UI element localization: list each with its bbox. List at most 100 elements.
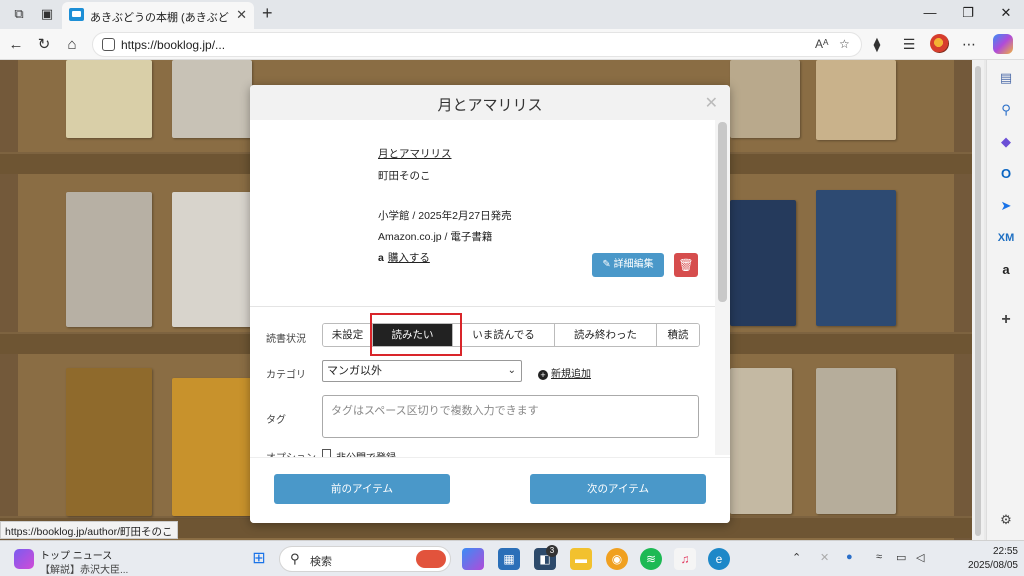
book-cover[interactable] — [172, 378, 252, 516]
modal-title: 月とアマリリス — [437, 97, 543, 114]
clock-date: 2025/08/05 — [967, 560, 1018, 571]
send-icon[interactable]: ➤ — [996, 196, 1016, 216]
close-icon[interactable]: ✕ — [705, 93, 718, 113]
outlook-icon[interactable]: O — [996, 164, 1016, 184]
search-highlight-icon — [416, 550, 446, 568]
search-placeholder: 検索 — [310, 556, 332, 568]
clock[interactable]: 22:55 2025/08/05 — [940, 545, 1018, 573]
notification-badge: 3 — [546, 545, 558, 557]
add-app-icon[interactable]: + — [996, 310, 1016, 330]
volume-icon[interactable]: ◁ — [916, 551, 924, 564]
browser-toolbar: ← ↻ ⌂ https://booklog.jp/... Aᴬ ☆ ⧫ ☰ ⋯ — [0, 29, 1024, 60]
modal-footer: 前のアイテム 次のアイテム — [250, 457, 730, 523]
copilot-icon[interactable] — [993, 34, 1013, 54]
file-explorer-icon[interactable]: ▬ — [570, 548, 592, 570]
settings-gear-icon[interactable]: ⚙ — [996, 510, 1016, 530]
book-cover[interactable] — [816, 190, 896, 326]
trash-icon: 🗑 — [678, 258, 694, 272]
delete-button[interactable]: 🗑 — [674, 253, 698, 277]
copilot-app-icon[interactable]: ◆ — [996, 132, 1016, 152]
wifi-icon[interactable]: ≈ — [876, 551, 882, 563]
page-scrollbar[interactable] — [972, 60, 984, 540]
author-name[interactable]: 町田そのこ — [378, 168, 431, 183]
read-aloud-icon[interactable]: Aᴬ — [815, 37, 828, 51]
book-cover[interactable] — [730, 200, 796, 326]
book-cover[interactable] — [66, 192, 152, 327]
book-thumbnail — [270, 135, 360, 285]
book-edit-modal: 月とアマリリス ✕ 月とアマリリス 町田そのこ 小学館 / 2025年2月27日… — [250, 85, 730, 523]
search-icon[interactable]: ⚲ — [996, 100, 1016, 120]
more-icon[interactable]: ⋯ — [960, 36, 978, 53]
status-bar-url: https://booklog.jp/author/町田そのこ — [0, 521, 178, 539]
book-cover[interactable] — [730, 368, 792, 514]
news-title: トップ ニュース — [40, 551, 113, 562]
tag-label: タグ — [266, 415, 286, 426]
search-icon: ⚲ — [290, 551, 300, 566]
address-bar[interactable]: https://booklog.jp/... Aᴬ ☆ — [92, 32, 862, 57]
restore-icon[interactable]: ❐ — [956, 5, 980, 21]
tag-input[interactable]: タグはスペース区切りで複数入力できます — [322, 395, 699, 438]
status-option[interactable]: いま読んでる — [453, 324, 555, 346]
book-cover[interactable] — [172, 192, 252, 327]
news-widget[interactable]: トップ ニュース 【解説】赤沢大臣... — [14, 545, 134, 576]
lock-icon[interactable] — [102, 38, 115, 51]
buy-label: 購入する — [387, 252, 430, 264]
url-text: https://booklog.jp/... — [121, 38, 226, 52]
modal-header: 月とアマリリス ✕ — [250, 85, 730, 120]
collections-icon[interactable]: ▤ — [996, 68, 1016, 88]
close-window-icon[interactable]: ✕ — [994, 5, 1018, 21]
maps-icon[interactable]: ◉ — [606, 548, 628, 570]
prev-item-button[interactable]: 前のアイテム — [274, 474, 450, 504]
chevron-up-icon[interactable]: ⌃ — [792, 551, 801, 564]
chevron-down-icon: ⌄ — [507, 365, 516, 376]
status-option[interactable]: 読み終わった — [555, 324, 657, 346]
category-select[interactable]: マンガ以外 ⌄ — [322, 360, 522, 382]
spotify-icon[interactable]: ≋ — [640, 548, 662, 570]
copilot-taskbar-icon[interactable] — [462, 548, 484, 570]
next-item-button[interactable]: 次のアイテム — [530, 474, 706, 504]
edge-browser-icon[interactable]: e — [708, 548, 730, 570]
book-title-link[interactable]: 月とアマリリス — [378, 146, 452, 161]
amazon-icon[interactable]: a — [996, 260, 1016, 280]
favorites-icon[interactable]: ☰ — [900, 36, 918, 53]
book-cover[interactable] — [816, 60, 896, 140]
new-category-link[interactable]: + 新規追加 — [538, 365, 591, 380]
browser-tab[interactable]: あきぶどうの本棚 (あきぶどう) - ブクログ ✕ — [62, 2, 254, 29]
edge-sidebar: ▤ ⚲ ◆ O ➤ XM a + ⚙ — [986, 60, 1024, 540]
store-icon[interactable]: ▦ — [498, 548, 520, 570]
minimize-icon[interactable]: — — [918, 5, 942, 20]
pencil-icon: ✎ — [602, 259, 614, 270]
tray-cloud-icon[interactable]: ● — [846, 551, 853, 563]
news-headline: 【解説】赤沢大臣... — [40, 565, 129, 576]
favorite-star-icon[interactable]: ☆ — [839, 37, 850, 51]
windows-taskbar: トップ ニュース 【解説】赤沢大臣... ⊞ ⚲ 検索 ▦ ◧ 3 ▬ ◉ ≋ … — [0, 540, 1024, 576]
music-icon[interactable]: ♫ — [674, 548, 696, 570]
taskbar-search[interactable]: ⚲ 検索 — [279, 546, 451, 572]
new-tab-icon[interactable]: + — [262, 4, 273, 22]
back-icon[interactable]: ← — [6, 35, 26, 55]
tab-actions-icon[interactable]: ▣ — [38, 5, 56, 23]
status-option[interactable]: 積読 — [657, 324, 699, 346]
tray-app-icon[interactable]: ✕ — [820, 551, 829, 564]
extensions-icon[interactable]: ⧫ — [868, 36, 886, 53]
buy-link[interactable]: a 購入する — [378, 250, 430, 265]
refresh-icon[interactable]: ↻ — [34, 35, 54, 55]
xm-icon[interactable]: XM — [996, 228, 1016, 248]
book-cover[interactable] — [66, 368, 152, 516]
book-cover[interactable] — [172, 60, 252, 138]
profile-avatar[interactable] — [930, 34, 949, 53]
divider — [250, 306, 715, 307]
battery-icon[interactable]: ▭ — [896, 551, 906, 564]
book-cover[interactable] — [730, 60, 800, 138]
close-tab-icon[interactable]: ✕ — [236, 7, 247, 23]
home-icon[interactable]: ⌂ — [62, 35, 82, 55]
modal-scrollbar[interactable] — [715, 120, 730, 455]
status-option[interactable]: 未設定 — [323, 324, 373, 346]
start-windows-icon[interactable]: ⊞ — [248, 548, 270, 570]
book-cover[interactable] — [66, 60, 152, 138]
edit-details-button[interactable]: ✎ 詳細編集 — [592, 253, 664, 277]
workspaces-icon[interactable]: ⧉ — [10, 5, 28, 23]
book-cover[interactable] — [816, 368, 896, 514]
plus-circle-icon: + — [538, 370, 548, 380]
widgets-icon — [14, 549, 34, 569]
